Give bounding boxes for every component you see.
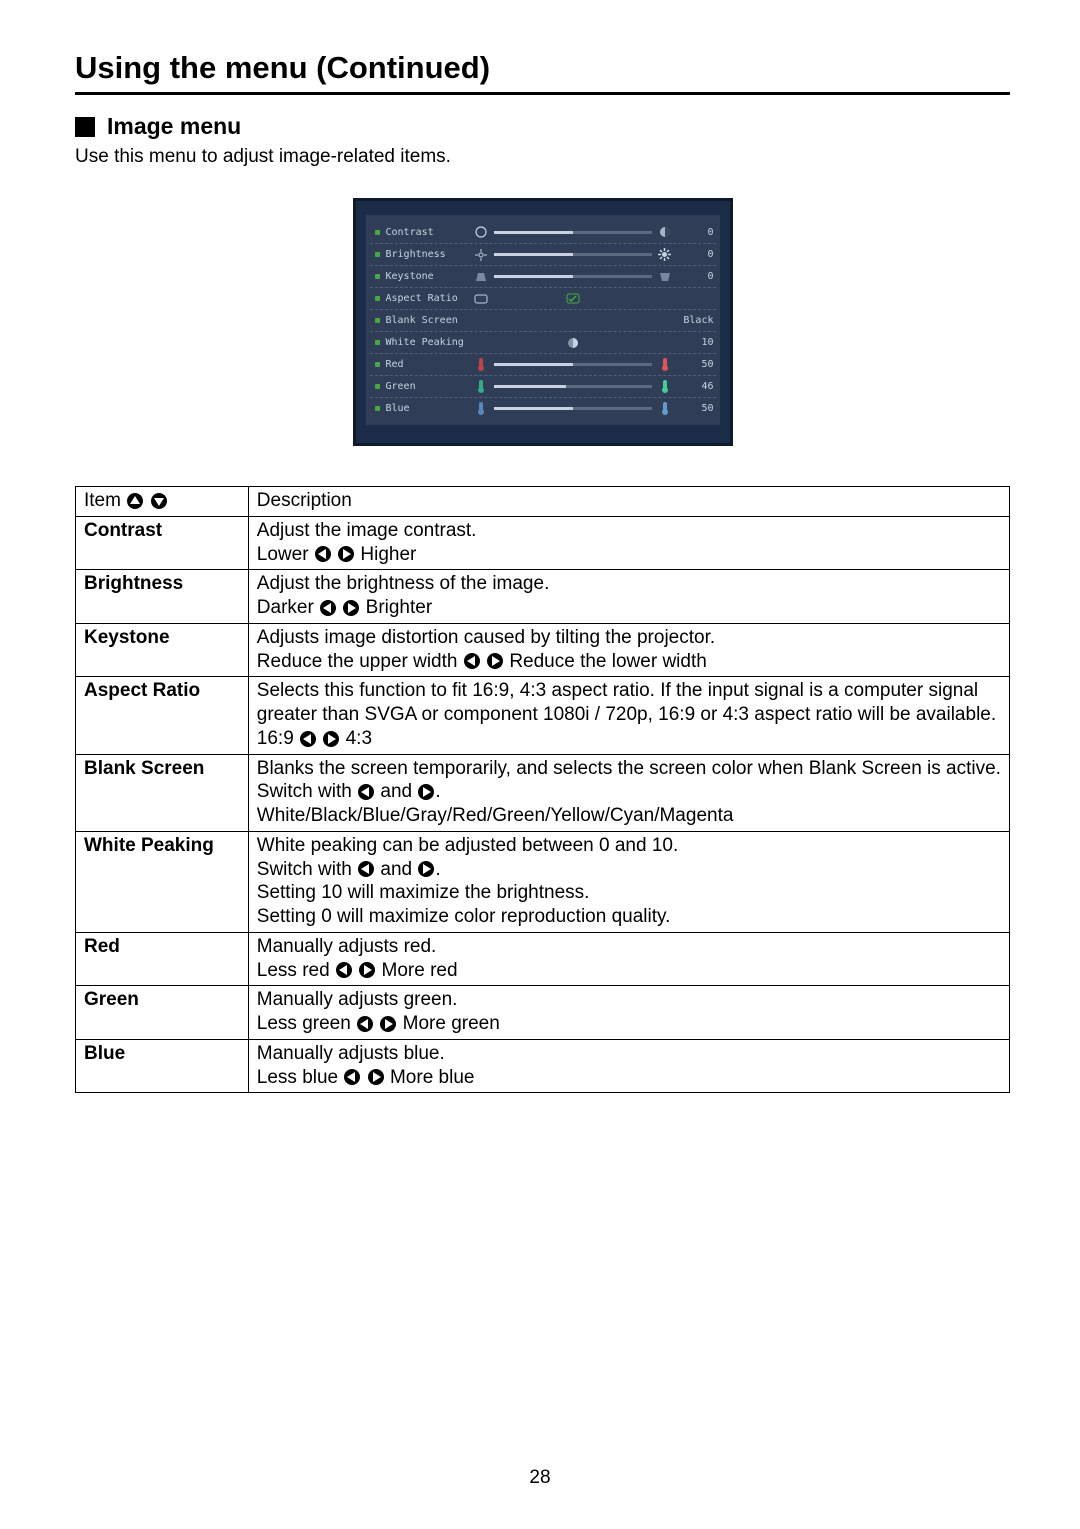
left-icon (357, 860, 375, 878)
right-icon (417, 783, 435, 801)
right-icon (486, 652, 504, 670)
right-icon (358, 961, 376, 979)
header-desc: Description (248, 487, 1009, 517)
section-title: Image menu (107, 113, 241, 140)
row-aspect-ratio: Aspect Ratio (84, 680, 200, 701)
page-number: 28 (0, 1467, 1080, 1489)
right-icon (367, 1068, 385, 1086)
header-item: Item (76, 487, 249, 517)
section-bullet-icon (75, 117, 95, 137)
row-brightness: Brightness (84, 573, 183, 594)
row-blue: Blue (84, 1043, 125, 1064)
right-icon (337, 545, 355, 563)
left-icon (335, 961, 353, 979)
page-title: Using the menu (Continued) (75, 50, 1010, 86)
left-icon (299, 730, 317, 748)
right-icon (379, 1015, 397, 1033)
row-contrast: Contrast (84, 520, 162, 541)
intro-text: Use this menu to adjust image-related it… (75, 146, 1010, 168)
row-white-peaking: White Peaking (84, 835, 214, 856)
definitions-table: Item Description Contrast Adjust the ima… (75, 486, 1010, 1093)
osd-screenshot: Contrast 0 Brightness 0 (353, 198, 733, 446)
left-icon (356, 1015, 374, 1033)
left-icon (314, 545, 332, 563)
row-green: Green (84, 989, 139, 1010)
row-red: Red (84, 936, 120, 957)
right-icon (417, 860, 435, 878)
left-icon (357, 783, 375, 801)
left-icon (319, 599, 337, 617)
right-icon (322, 730, 340, 748)
right-icon (342, 599, 360, 617)
left-icon (343, 1068, 361, 1086)
down-icon (150, 492, 168, 510)
up-icon (126, 492, 144, 510)
row-keystone: Keystone (84, 627, 170, 648)
divider (75, 92, 1010, 95)
left-icon (463, 652, 481, 670)
row-blank-screen: Blank Screen (84, 758, 204, 779)
